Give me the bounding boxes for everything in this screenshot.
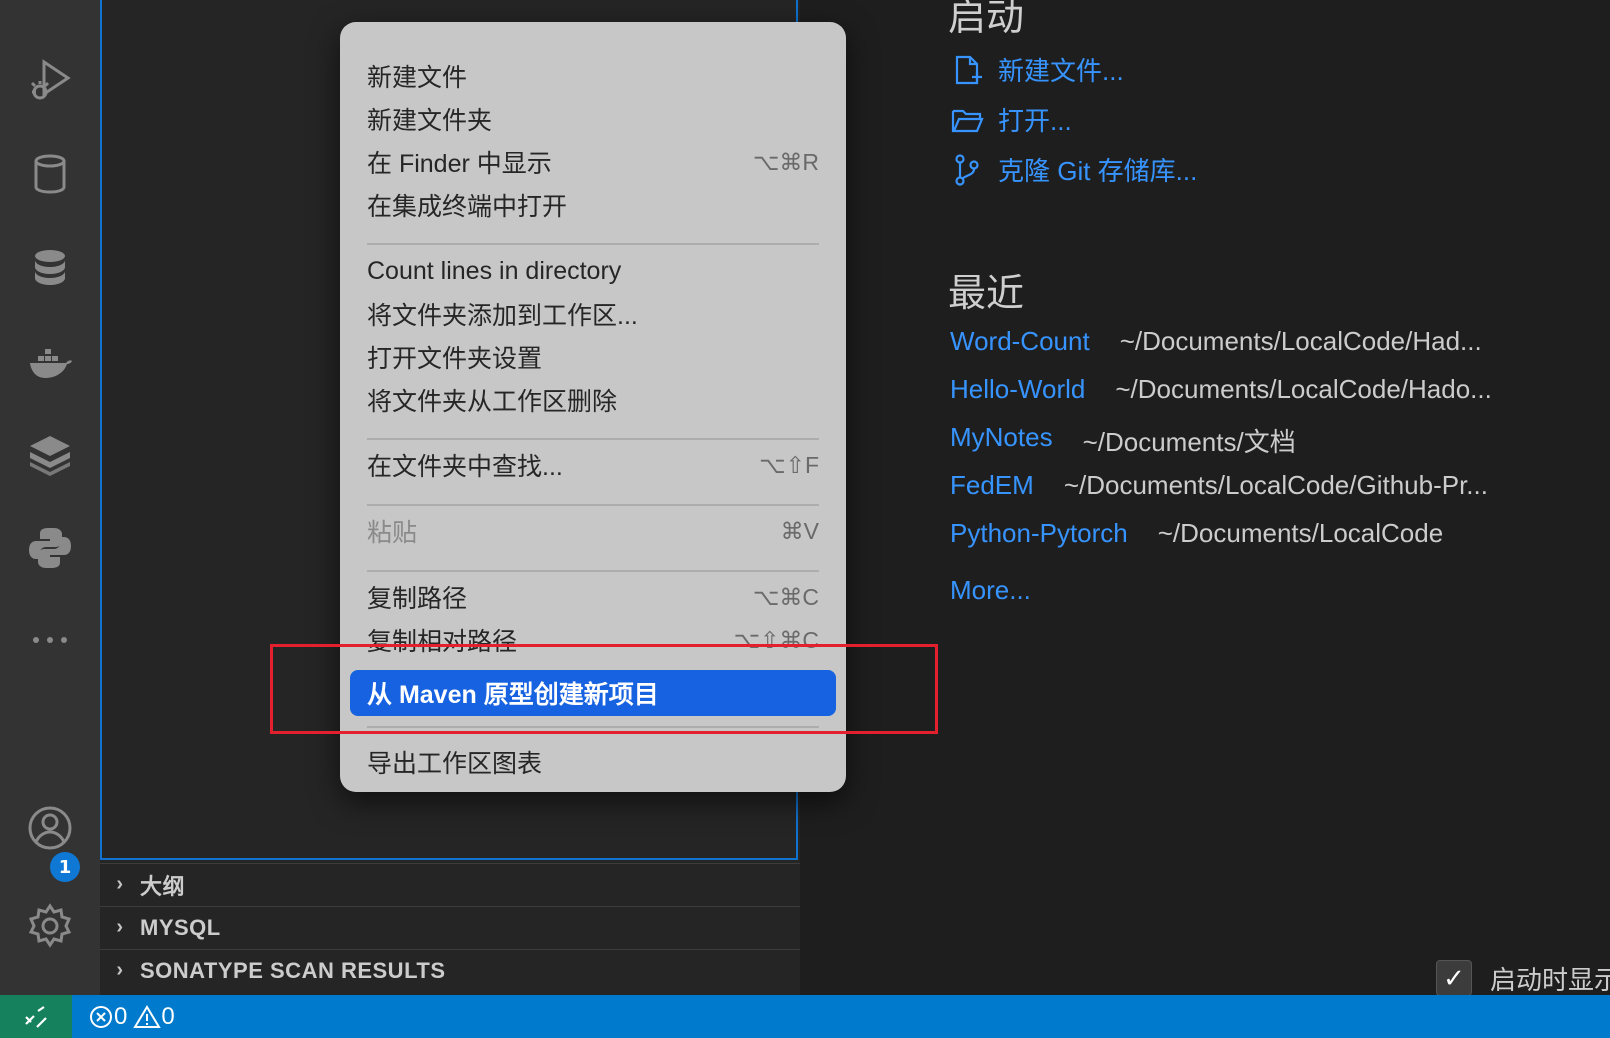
section-sonatype[interactable]: › SONATYPE SCAN RESULTS (100, 949, 800, 991)
shortcut: ⌥⇧F (759, 451, 819, 478)
menu-separator (367, 243, 819, 245)
activity-bar: 1 (0, 0, 100, 995)
new-file-link[interactable]: 新建文件... (950, 51, 1124, 88)
menu-separator (367, 570, 819, 572)
warning-count: 0 (161, 1002, 175, 1030)
recent-name-link[interactable]: Hello-World (950, 374, 1085, 405)
remote-indicator-button[interactable] (0, 995, 72, 1038)
check-icon: ✓ (1443, 962, 1465, 993)
account-badge: 1 (50, 852, 80, 882)
new-file-icon (955, 55, 982, 84)
show-on-startup-checkbox[interactable]: ✓ (1436, 960, 1472, 996)
recent-item: Hello-World ~/Documents/LocalCode/Hado..… (950, 374, 1492, 405)
recent-name-link[interactable]: Word-Count (950, 326, 1090, 357)
account-icon[interactable] (22, 800, 78, 856)
more-recent-link[interactable]: More... (950, 575, 1031, 606)
section-label: MYSQL (140, 914, 221, 940)
menu-item-reveal-in-finder[interactable]: 在 Finder 中显示 ⌥⌘R (367, 143, 819, 181)
callout-highlight-box (270, 644, 938, 734)
menu-separator (367, 438, 819, 440)
menu-item-new-folder[interactable]: 新建文件夹 (367, 100, 819, 138)
extensions-icon[interactable] (22, 0, 78, 20)
clone-git-link[interactable]: 克隆 Git 存储库... (950, 151, 1197, 188)
chevron-right-icon: › (116, 873, 124, 895)
menu-item-count-lines[interactable]: Count lines in directory (367, 252, 819, 290)
recent-path: ~/Documents/文档 (1082, 427, 1296, 457)
error-count: 0 (114, 1002, 128, 1030)
recent-item: Word-Count ~/Documents/LocalCode/Had... (950, 326, 1482, 357)
problems-indicator[interactable]: 0 0 (88, 995, 181, 1038)
recent-name-link[interactable]: FedEM (950, 470, 1034, 501)
section-label: 大纲 (140, 873, 186, 899)
docker-icon[interactable] (22, 334, 78, 390)
more-icon[interactable] (22, 612, 78, 668)
status-bar: 0 0 (0, 995, 1610, 1038)
shortcut: ⌥⌘R (752, 148, 819, 175)
section-mysql[interactable]: › MYSQL (100, 906, 800, 948)
run-debug-icon[interactable] (22, 52, 78, 108)
recent-name-link[interactable]: MyNotes (950, 422, 1053, 459)
recent-item: MyNotes ~/Documents/文档 (950, 422, 1296, 459)
git-branch-icon (955, 153, 979, 186)
recent-item: Python-Pytorch ~/Documents/LocalCode (950, 518, 1443, 549)
recent-name-link[interactable]: Python-Pytorch (950, 518, 1128, 549)
welcome-page: 启动 新建文件... 打开... 克隆 Git 存储库... 最近 Word-C… (800, 0, 1610, 996)
database-stack-icon[interactable] (22, 240, 78, 296)
menu-separator (367, 504, 819, 506)
chevron-right-icon: › (116, 959, 124, 981)
open-link[interactable]: 打开... (950, 101, 1072, 138)
menu-item-new-file[interactable]: 新建文件 (367, 57, 819, 95)
database-icon[interactable] (22, 146, 78, 202)
recent-path: ~/Documents/LocalCode/Had... (1119, 326, 1482, 356)
menu-item-open-in-terminal[interactable]: 在集成终端中打开 (367, 186, 819, 224)
remote-icon (25, 1005, 47, 1028)
menu-item-open-folder-settings[interactable]: 打开文件夹设置 (367, 338, 819, 376)
recent-path: ~/Documents/LocalCode/Github-Pr... (1063, 470, 1488, 500)
recent-heading: 最近 (948, 273, 1025, 315)
recent-path: ~/Documents/LocalCode (1157, 518, 1444, 548)
error-icon (90, 1005, 112, 1028)
recent-item: FedEM ~/Documents/LocalCode/Github-Pr... (950, 470, 1488, 501)
menu-item-add-folder-to-workspace[interactable]: 将文件夹添加到工作区... (367, 295, 819, 333)
menu-item-find-in-folder[interactable]: 在文件夹中查找... ⌥⇧F (367, 446, 819, 484)
shortcut: ⌥⌘C (752, 583, 819, 610)
shortcut: ⌘V (780, 517, 819, 544)
menu-item-copy-path[interactable]: 复制路径 ⌥⌘C (367, 578, 819, 616)
warning-icon (133, 1004, 162, 1028)
start-heading: 启动 (948, 0, 1025, 39)
python-icon[interactable] (22, 520, 78, 576)
chevron-right-icon: › (116, 916, 124, 938)
menu-item-export-workspace-diagram[interactable]: 导出工作区图表 (367, 743, 819, 781)
folder-open-icon (951, 109, 984, 132)
section-label: SONATYPE SCAN RESULTS (140, 957, 446, 983)
settings-gear-icon[interactable] (22, 898, 78, 954)
layers-icon[interactable] (22, 426, 78, 482)
section-outline[interactable]: › 大纲 (100, 863, 800, 905)
menu-item-remove-folder[interactable]: 将文件夹从工作区删除 (367, 381, 819, 419)
recent-path: ~/Documents/LocalCode/Hado... (1115, 374, 1492, 404)
show-on-startup-label: 启动时显示 (1490, 965, 1610, 995)
menu-item-paste[interactable]: 粘贴 ⌘V (367, 512, 819, 550)
